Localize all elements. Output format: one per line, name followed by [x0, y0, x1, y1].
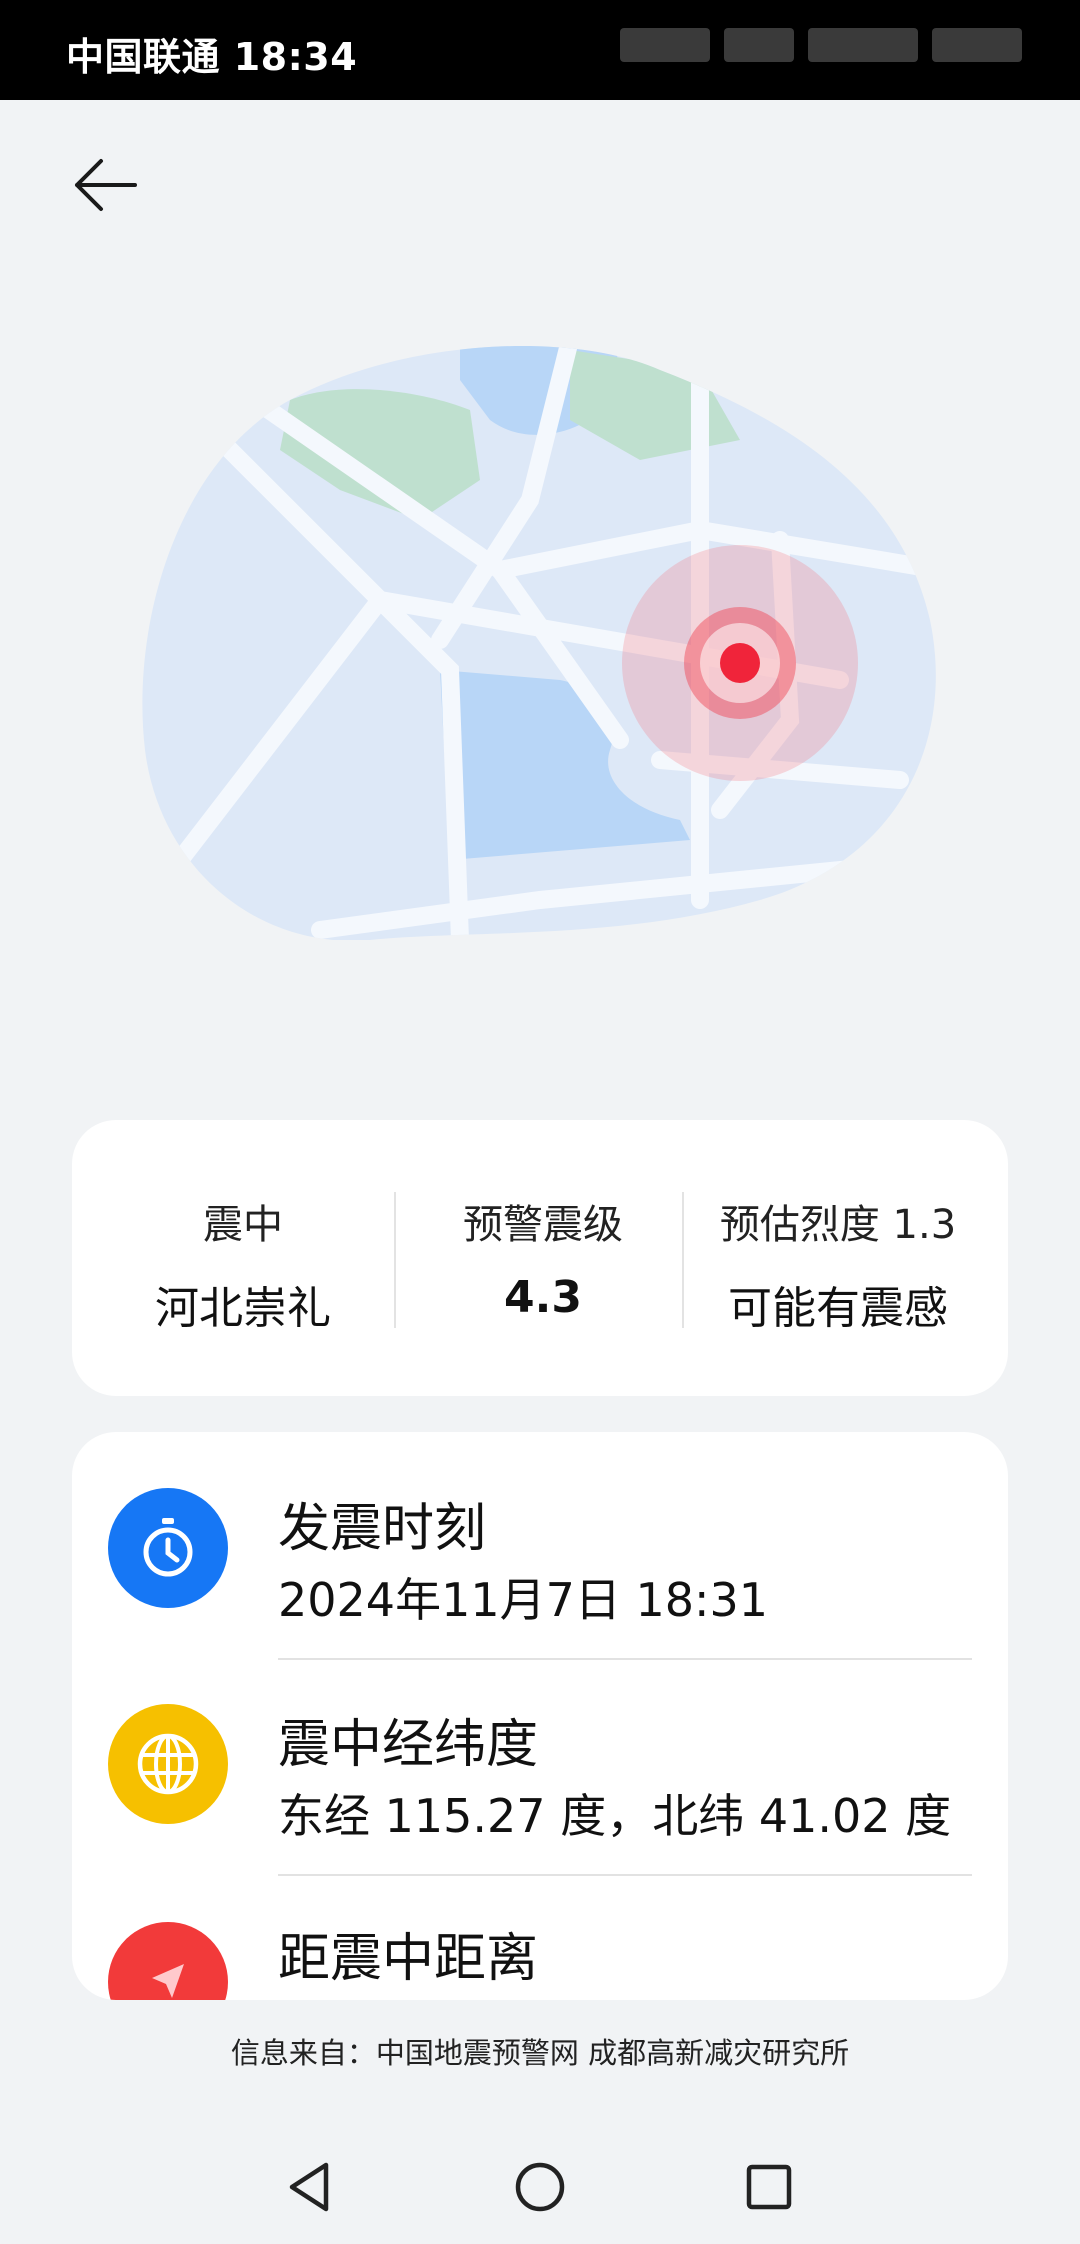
- clock-icon: [108, 1488, 228, 1608]
- detail-title: 发震时刻: [278, 1499, 487, 1559]
- detail-value: 东经 115.27 度，北纬 41.02 度: [278, 1789, 952, 1843]
- intensity-value: 可能有震感: [728, 1283, 948, 1334]
- nav-home-button[interactable]: [495, 2142, 585, 2232]
- square-recents-icon: [746, 2164, 792, 2210]
- magnitude-value: 4.3: [504, 1272, 582, 1323]
- detail-row-time: 发震时刻 2024年11月7日 18:31: [72, 1432, 1008, 1648]
- detail-value: 2024年11月7日 18:31: [278, 1573, 769, 1627]
- circle-home-icon: [515, 2162, 565, 2212]
- detail-title: 距震中距离: [278, 1929, 539, 1989]
- navigation-arrow-icon: [108, 1922, 228, 2000]
- battery-icon: [932, 28, 1022, 62]
- status-icons: [602, 20, 1022, 70]
- arrow-left-icon: [75, 159, 137, 211]
- detail-row-distance: 距震中距离: [72, 1866, 1008, 2000]
- signal-icon: [620, 28, 710, 62]
- intensity-column: 预估烈度 1.3 可能有震感: [688, 1120, 988, 1396]
- wifi-icon: [724, 28, 794, 62]
- magnitude-label: 预警震级: [463, 1202, 623, 1248]
- epicenter-value: 河北崇礼: [155, 1283, 331, 1334]
- back-button[interactable]: [60, 140, 150, 230]
- epicenter-label: 震中: [203, 1202, 283, 1248]
- summary-card: 震中 河北崇礼 预警震级 4.3 预估烈度 1.3 可能有震感: [72, 1120, 1008, 1396]
- column-divider: [394, 1192, 396, 1328]
- epicenter-column: 震中 河北崇礼: [108, 1120, 378, 1396]
- detail-card: 发震时刻 2024年11月7日 18:31 震中经纬度 东经 115.27 度，…: [72, 1432, 1008, 2000]
- detail-title: 震中经纬度: [278, 1715, 539, 1775]
- triangle-back-icon: [289, 2162, 329, 2212]
- column-divider: [682, 1192, 684, 1328]
- source-text: 信息来自：中国地震预警网 成都高新减灾研究所: [230, 2036, 850, 2070]
- intensity-label: 预估烈度 1.3: [719, 1202, 957, 1248]
- status-bar: 中国联通 18:34: [0, 0, 1080, 100]
- notification-icons: [808, 28, 918, 62]
- magnitude-column: 预警震级 4.3: [408, 1120, 678, 1396]
- carrier-time: 中国联通 18:34: [66, 35, 358, 79]
- navigation-bar: [0, 2130, 1080, 2244]
- nav-back-button[interactable]: [265, 2142, 355, 2232]
- nav-recents-button[interactable]: [724, 2142, 814, 2232]
- map-illustration: [142, 345, 936, 940]
- detail-row-coordinates: 震中经纬度 东经 115.27 度，北纬 41.02 度: [72, 1650, 1008, 1866]
- epicenter-marker-icon: [720, 643, 760, 683]
- globe-icon: [108, 1704, 228, 1824]
